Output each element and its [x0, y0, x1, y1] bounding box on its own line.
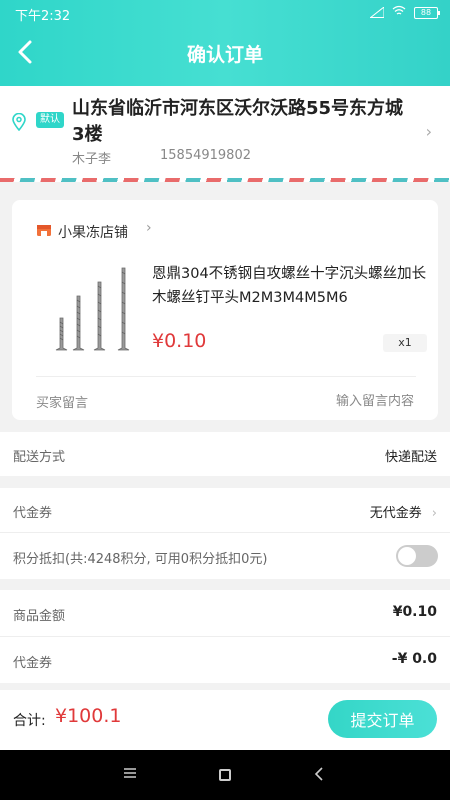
order-item-card: 小果冻店铺 › 恩鼎304不锈钢自攻螺丝十字沉头螺丝加长木螺丝钉平头M2M3M4…	[12, 200, 438, 420]
home-icon[interactable]	[219, 769, 231, 781]
product-price: ¥0.10	[152, 330, 207, 352]
signal-icon	[368, 5, 385, 19]
address-text: 山东省临沂市河东区沃尔沃路55号东方城3楼	[72, 98, 404, 145]
delivery-row[interactable]: 配送方式 快递配送	[0, 432, 450, 476]
default-tag: 默认	[36, 112, 64, 128]
system-nav-bar	[0, 750, 450, 800]
wifi-icon	[392, 5, 406, 20]
divider	[36, 376, 416, 377]
goods-amount-value: ¥0.10	[392, 604, 437, 620]
points-toggle[interactable]	[396, 545, 438, 567]
product-image[interactable]	[32, 260, 142, 360]
status-icons: 88	[368, 5, 440, 20]
submit-order-button[interactable]: 提交订单	[328, 700, 437, 738]
buyer-message-input[interactable]	[294, 394, 414, 409]
delivery-label: 配送方式	[13, 450, 66, 465]
product-quantity: x1	[383, 334, 427, 352]
delivery-value: 快递配送	[384, 450, 437, 465]
total-value: ¥100.1	[55, 705, 122, 727]
nav-back-icon[interactable]	[313, 767, 325, 781]
chevron-right-icon[interactable]: ›	[146, 220, 152, 236]
points-label: 积分抵扣(共:4248积分, 可用0积分抵扣0元)	[13, 552, 268, 567]
buyer-message-label: 买家留言	[36, 396, 89, 411]
status-time: 下午2:32	[15, 9, 71, 24]
toggle-knob	[398, 547, 416, 565]
address-card[interactable]: 默认 山东省临沂市河东区沃尔沃路55号东方城3楼 木子李 15854919802…	[0, 86, 450, 182]
status-bar: 下午2:32 88	[0, 0, 450, 26]
voucher-row[interactable]: 代金券 无代金券 ›	[0, 488, 450, 532]
points-row: 积分抵扣(共:4248积分, 可用0积分抵扣0元)	[0, 533, 450, 579]
checkout-bar: 合计: ¥100.1 提交订单	[0, 690, 450, 750]
voucher-amount-value: -¥ 0.0	[391, 651, 437, 667]
voucher-amount-row: 代金券 -¥ 0.0	[0, 637, 450, 683]
voucher-amount-label: 代金券	[13, 656, 53, 671]
chevron-right-icon: ›	[431, 506, 437, 521]
chevron-right-icon: ›	[425, 122, 432, 141]
recipient-name: 木子李	[72, 152, 112, 167]
product-title[interactable]: 恩鼎304不锈钢自攻螺丝十字沉头螺丝加长木螺丝钉平头M2M3M4M5M6	[152, 262, 428, 310]
shop-icon	[37, 225, 51, 236]
battery-icon: 88	[414, 6, 440, 19]
page-title: 确认订单	[186, 44, 263, 66]
location-pin-icon	[12, 113, 26, 131]
envelope-stripe	[0, 178, 450, 182]
recipient-phone: 15854919802	[160, 148, 251, 163]
voucher-label: 代金券	[13, 506, 53, 521]
voucher-value: 无代金券	[369, 506, 422, 521]
shop-name[interactable]: 小果冻店铺	[58, 222, 128, 242]
goods-amount-label: 商品金额	[13, 609, 66, 624]
voucher-value-wrap: 无代金券 ›	[370, 502, 437, 521]
goods-amount-row: 商品金额 ¥0.10	[0, 590, 450, 636]
total-label: 合计:	[13, 713, 46, 729]
menu-icon[interactable]	[124, 768, 136, 778]
header-bar: 下午2:32 88 确认订单	[0, 0, 450, 86]
